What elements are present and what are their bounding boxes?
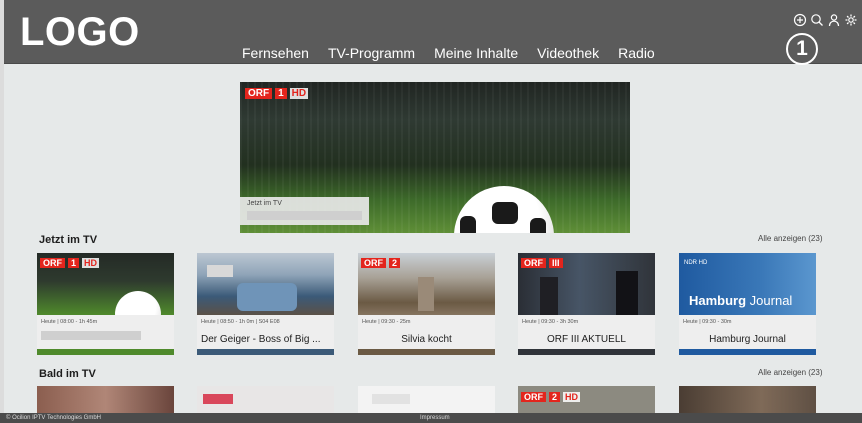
nav-tv-programm[interactable]: TV-Programm (328, 45, 415, 61)
main-nav: Fernsehen TV-Programm Meine Inhalte Vide… (242, 45, 655, 61)
step-badge: 1 (786, 33, 818, 65)
nav-radio[interactable]: Radio (618, 45, 655, 61)
car-image (237, 283, 297, 311)
see-all-later[interactable]: Alle anzeigen (23) (758, 368, 822, 377)
blurred-logo (207, 265, 233, 277)
card-meta: Heute | 08:00 - 1h 45m (41, 319, 98, 325)
card-strip (197, 349, 334, 355)
program-card[interactable]: ORF III Heute | 09:30 - 3h 30m ORF III AK… (518, 253, 655, 355)
hero-caption: Jetzt im TV (240, 197, 369, 225)
hero-caption-label: Jetzt im TV (247, 200, 282, 207)
blurred-title (41, 331, 141, 340)
card-meta: Heute | 09:30 - 30m (683, 319, 732, 325)
card-strip (679, 349, 816, 355)
section-title-now: Jetzt im TV (39, 234, 98, 246)
card-title: ORF III AKTUELL (547, 334, 626, 345)
nav-videothek[interactable]: Videothek (537, 45, 599, 61)
card-strip (37, 349, 174, 355)
footer: © Ocilion IPTV Technologies GmbH Impress… (0, 413, 862, 423)
channel-logo: ORF 1 HD (245, 88, 309, 99)
anchor-image (540, 277, 558, 317)
card-title: Der Geiger - Boss of Big ... (201, 334, 321, 345)
channel-logo: ORF 2 (361, 258, 401, 268)
person-image (418, 277, 434, 311)
impressum-link[interactable]: Impressum (420, 415, 450, 421)
header-tools (793, 13, 858, 27)
card-strip (518, 349, 655, 355)
nav-fernsehen[interactable]: Fernsehen (242, 45, 309, 61)
add-circle-icon[interactable] (793, 13, 807, 27)
channel-logo: NDR HD (684, 260, 708, 266)
search-icon[interactable] (810, 13, 824, 27)
copyright: © Ocilion IPTV Technologies GmbH (6, 415, 102, 421)
blurred-title (247, 211, 362, 220)
section-title-later: Bald im TV (39, 368, 96, 380)
card-meta: Heute | 09:30 - 3h 30m (522, 319, 579, 325)
channel-logo: ORF 2 HD (521, 392, 581, 402)
card-meta: Heute | 08:50 - 1h 0m | S04 E08 (201, 319, 280, 325)
card-strip (358, 349, 495, 355)
program-card[interactable]: ORF 2 Heute | 09:30 - 25m Silvia kocht (358, 253, 495, 355)
user-icon[interactable] (827, 13, 841, 27)
program-card[interactable]: NDR HD Hamburg Journal Heute | 09:30 - 3… (679, 253, 816, 355)
show-logo: Hamburg Journal (689, 293, 793, 308)
nav-meine-inhalte[interactable]: Meine Inhalte (434, 45, 518, 61)
logo[interactable]: LOGO (20, 10, 140, 55)
blurred-logo (203, 394, 233, 404)
see-all-now[interactable]: Alle anzeigen (23) (758, 234, 822, 243)
program-card[interactable]: ORF 1 HD Heute | 08:00 - 1h 45m (37, 253, 174, 355)
card-meta: Heute | 09:30 - 25m (362, 319, 411, 325)
channel-logo: ORF III (521, 258, 563, 268)
card-title: Hamburg Journal (709, 334, 786, 345)
channel-logo: ORF 1 HD (40, 258, 100, 268)
card-title: Silvia kocht (401, 334, 452, 345)
program-card[interactable]: Heute | 08:50 - 1h 0m | S04 E08 Der Geig… (197, 253, 334, 355)
blurred-logo (372, 394, 410, 404)
anchor-image (616, 271, 638, 317)
gear-icon[interactable] (844, 13, 858, 27)
top-bar: LOGO Fernsehen TV-Programm Meine Inhalte… (4, 0, 862, 65)
